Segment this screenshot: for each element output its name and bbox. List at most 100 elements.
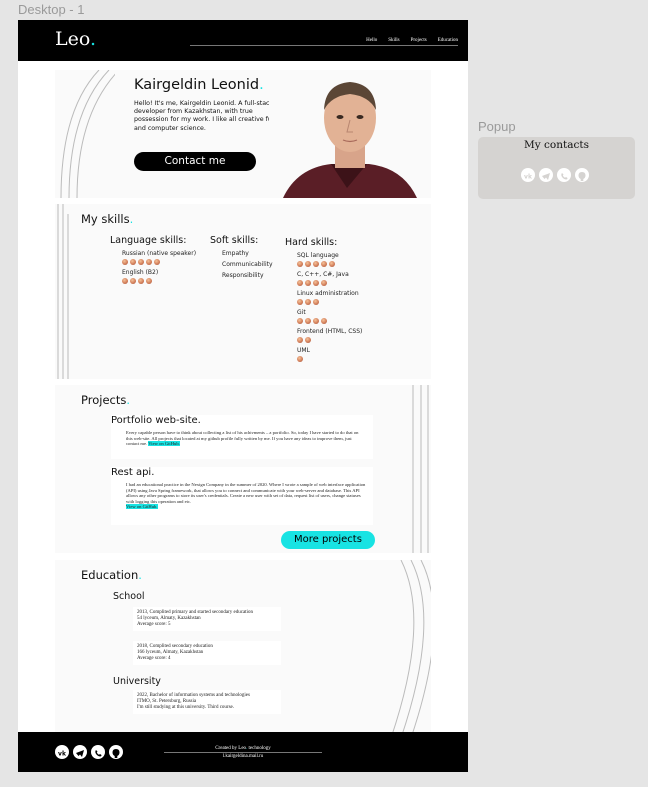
decorative-lines bbox=[412, 385, 429, 553]
university-heading: University bbox=[113, 676, 161, 687]
project-description: I had an educational practice in the Nex… bbox=[126, 482, 366, 510]
rating-dot bbox=[297, 337, 303, 343]
footer-email[interactable]: l.kairgeldina.mail.ru bbox=[164, 754, 322, 759]
project-card: Portfolio web-site. Every capable person… bbox=[111, 415, 373, 459]
rating-dot bbox=[122, 259, 128, 265]
rating-dot bbox=[313, 299, 319, 305]
skill-item: Russian (native speaker) bbox=[122, 250, 197, 257]
github-link[interactable]: View on GitHub. bbox=[126, 504, 158, 510]
whatsapp-icon[interactable] bbox=[91, 745, 105, 759]
rating-dot bbox=[329, 261, 335, 267]
project-card: Rest api. I had an educational practice … bbox=[111, 467, 373, 525]
nav-divider bbox=[190, 45, 458, 46]
decorative-lines bbox=[57, 204, 69, 379]
hero-intro: Hello! It's me, Kairgeldin Leonid. A ful… bbox=[134, 100, 276, 132]
rating-dot bbox=[305, 318, 311, 324]
rating-dot bbox=[122, 278, 128, 284]
rating-dot bbox=[313, 261, 319, 267]
project-title: Portfolio web-site. bbox=[111, 415, 201, 426]
nav-link-skills[interactable]: Skills bbox=[388, 38, 399, 43]
svg-text:vk: vk bbox=[524, 174, 533, 181]
nav-link-hello[interactable]: Hello bbox=[366, 38, 377, 43]
skills-title: My skills. bbox=[81, 212, 134, 226]
rating-dot bbox=[321, 261, 327, 267]
skill-item: SQL language bbox=[297, 252, 339, 259]
footer-divider bbox=[164, 752, 322, 753]
skill-rating bbox=[297, 318, 362, 324]
nav-link-education[interactable]: Education bbox=[438, 38, 458, 43]
rating-dot bbox=[297, 318, 303, 324]
rating-dot bbox=[130, 278, 136, 284]
skill-item: Frontend (HTML, CSS) bbox=[297, 328, 363, 335]
main-nav: Hello Skills Projects Education bbox=[366, 38, 458, 43]
vk-icon[interactable]: vk bbox=[521, 168, 535, 182]
vk-icon[interactable]: vk bbox=[55, 745, 69, 759]
education-section: Education. School 2013, Complited primar… bbox=[55, 560, 431, 738]
soft-skills: Soft skills: Empathy Communicability Res… bbox=[210, 235, 273, 279]
footer-credit: Created by Leo. technology bbox=[215, 746, 271, 751]
popup-frame-label: Popup bbox=[478, 119, 516, 134]
skill-item: C, C++, C#, Java bbox=[297, 271, 349, 278]
contact-me-button[interactable]: Contact me bbox=[134, 152, 256, 171]
project-title: Rest api. bbox=[111, 467, 155, 478]
desktop-frame-label: Desktop - 1 bbox=[18, 2, 85, 17]
language-skills: Language skills: Russian (native speaker… bbox=[110, 235, 196, 284]
hero-name: Kairgeldin Leonid. bbox=[134, 77, 264, 93]
skills-section: My skills. Language skills: Russian (nat… bbox=[55, 204, 431, 379]
skill-rating bbox=[297, 280, 362, 286]
skill-item: Linux administration bbox=[297, 290, 359, 297]
project-description: Every capable person have to think about… bbox=[126, 430, 359, 447]
desktop-frame: Leo. Hello Skills Projects Education Kai… bbox=[18, 20, 468, 772]
site-header: Leo. Hello Skills Projects Education bbox=[18, 20, 468, 61]
language-skills-heading: Language skills: bbox=[110, 235, 187, 246]
hero-section: Kairgeldin Leonid. Hello! It's me, Kairg… bbox=[55, 70, 431, 198]
soft-skill-item: Communicability bbox=[222, 261, 273, 268]
soft-skill-item: Responsibility bbox=[222, 272, 264, 279]
rating-dot bbox=[305, 261, 311, 267]
popup-title: My contacts bbox=[524, 139, 589, 151]
nav-link-projects[interactable]: Projects bbox=[411, 38, 427, 43]
education-card: 2013, Complited primary and started seco… bbox=[133, 607, 281, 631]
skill-rating bbox=[297, 356, 362, 362]
github-link[interactable]: View on GitHub. bbox=[148, 441, 180, 447]
telegram-icon[interactable] bbox=[539, 168, 553, 182]
rating-dot bbox=[305, 299, 311, 305]
rating-dot bbox=[297, 356, 303, 362]
rating-dot bbox=[313, 280, 319, 286]
rating-dot bbox=[138, 278, 144, 284]
rating-dot bbox=[154, 259, 160, 265]
github-icon[interactable] bbox=[575, 168, 589, 182]
projects-title: Projects. bbox=[81, 393, 130, 407]
skill-item: Git bbox=[297, 309, 306, 316]
whatsapp-icon[interactable] bbox=[557, 168, 571, 182]
skill-rating bbox=[297, 261, 362, 267]
education-card: 2018, Complited secondary education 166 l… bbox=[133, 641, 281, 665]
skill-rating bbox=[122, 278, 196, 284]
logo[interactable]: Leo. bbox=[55, 28, 96, 50]
rating-dot bbox=[321, 280, 327, 286]
skill-rating bbox=[297, 299, 362, 305]
rating-dot bbox=[130, 259, 136, 265]
skill-item: English (B2) bbox=[122, 269, 159, 276]
rating-dot bbox=[297, 280, 303, 286]
decorative-arcs bbox=[390, 560, 431, 738]
soft-skills-heading: Soft skills: bbox=[210, 235, 259, 246]
rating-dot bbox=[321, 318, 327, 324]
rating-dot bbox=[146, 278, 152, 284]
github-icon[interactable] bbox=[109, 745, 123, 759]
contacts-popup: My contacts vk bbox=[478, 137, 635, 199]
more-projects-button[interactable]: More projects bbox=[281, 531, 375, 549]
rating-dot bbox=[305, 337, 311, 343]
education-title: Education. bbox=[81, 568, 142, 582]
soft-skill-item: Empathy bbox=[222, 250, 249, 257]
telegram-icon[interactable] bbox=[73, 745, 87, 759]
decorative-arcs bbox=[60, 70, 115, 198]
rating-dot bbox=[146, 259, 152, 265]
rating-dot bbox=[297, 261, 303, 267]
rating-dot bbox=[297, 299, 303, 305]
school-heading: School bbox=[113, 591, 145, 602]
hard-skills: Hard skills: SQL language C, C++, C#, Jav… bbox=[285, 237, 362, 362]
site-footer: vk Created by Leo. technology l.kairgeld… bbox=[18, 732, 468, 772]
profile-photo bbox=[269, 70, 431, 198]
hard-skills-heading: Hard skills: bbox=[285, 237, 338, 248]
